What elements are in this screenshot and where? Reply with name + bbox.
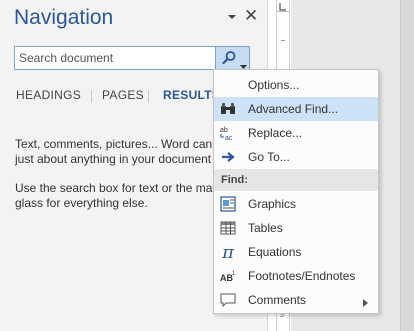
menu-item-label: Options... xyxy=(248,78,300,92)
document-page-edge xyxy=(400,0,414,331)
menu-item-comments[interactable]: Comments xyxy=(214,288,378,312)
results-line: Text, comments, pictures... Word can f xyxy=(15,137,219,151)
tab-divider xyxy=(91,90,92,103)
menu-item-equations[interactable]: π Equations xyxy=(214,240,378,264)
ruler-tick xyxy=(281,40,285,41)
comment-icon xyxy=(220,292,236,308)
search-box xyxy=(14,46,250,70)
search-input[interactable] xyxy=(15,47,215,69)
search-icon xyxy=(221,50,237,71)
table-icon xyxy=(220,220,236,236)
menu-item-label: Footnotes/Endnotes xyxy=(248,269,356,283)
tab-divider xyxy=(148,90,149,103)
results-line: glass for everything else. xyxy=(15,196,148,210)
ruler-tab-selector[interactable] xyxy=(277,0,289,12)
replace-icon: ab ac xyxy=(220,125,236,141)
svg-text:ac: ac xyxy=(225,135,233,141)
menu-item-go-to[interactable]: Go To... xyxy=(214,145,378,169)
svg-text:1: 1 xyxy=(232,271,236,277)
results-line: Use the search box for text or the mag xyxy=(15,181,220,195)
search-button[interactable] xyxy=(215,47,249,69)
submenu-arrow-icon xyxy=(363,296,368,310)
menu-item-label: Graphics xyxy=(248,197,297,211)
graphics-icon xyxy=(220,196,236,212)
close-icon[interactable]: ✕ xyxy=(244,7,258,24)
tab-pages[interactable]: PAGES xyxy=(102,88,144,102)
menu-item-label: Go To... xyxy=(248,150,290,164)
menu-item-graphics[interactable]: Graphics xyxy=(214,192,378,216)
menu-item-label: Tables xyxy=(248,221,283,235)
menu-item-replace[interactable]: ab ac Replace... xyxy=(214,121,378,145)
menu-item-footnotes-endnotes[interactable]: AB 1 Footnotes/Endnotes xyxy=(214,264,378,288)
menu-item-label: Replace... xyxy=(248,126,303,140)
tab-headings[interactable]: HEADINGS xyxy=(16,88,81,102)
search-options-menu: Options... Advanced Find... ab ac Replac… xyxy=(213,69,379,314)
menu-item-label: Equations xyxy=(248,245,302,259)
footnote-icon: AB 1 xyxy=(220,268,236,284)
find-section-header: Find: xyxy=(214,169,378,191)
menu-item-label: Advanced Find... xyxy=(248,102,339,116)
menu-item-tables[interactable]: Tables xyxy=(214,216,378,240)
pane-options-icon[interactable] xyxy=(226,12,238,22)
binoculars-icon xyxy=(220,101,236,117)
pi-icon: π xyxy=(222,241,234,263)
tab-results[interactable]: RESULTS xyxy=(163,88,220,102)
results-line: just about anything in your document xyxy=(15,152,212,166)
pane-title: Navigation xyxy=(14,6,114,29)
menu-item-label: Comments xyxy=(248,293,307,307)
arrow-right-icon xyxy=(220,149,236,165)
menu-item-options[interactable]: Options... xyxy=(214,73,378,97)
menu-item-advanced-find[interactable]: Advanced Find... xyxy=(214,97,378,121)
svg-text:ab: ab xyxy=(220,127,228,134)
